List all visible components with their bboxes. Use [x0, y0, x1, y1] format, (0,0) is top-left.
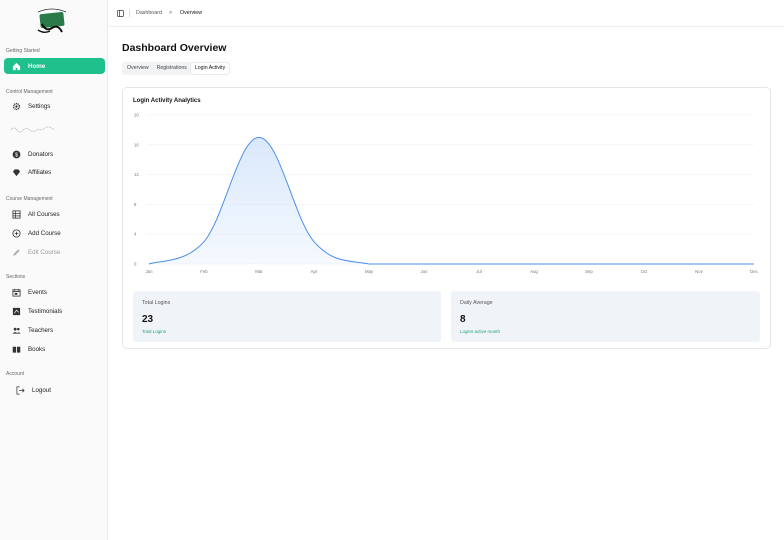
- diamond-icon: [10, 167, 22, 177]
- section-control: Control Management: [6, 89, 53, 95]
- x-tick-label: Aug: [530, 269, 538, 274]
- sidebar-item-settings[interactable]: Settings: [4, 98, 105, 114]
- y-tick-label: 20: [134, 113, 139, 118]
- quote-box-icon: [10, 306, 22, 316]
- x-tick-label: May: [365, 269, 374, 274]
- dollar-icon: $: [10, 149, 22, 159]
- tab-registrations[interactable]: Registrations: [153, 63, 191, 74]
- obscured-label-graphic: [10, 126, 55, 133]
- calendar-icon: [10, 287, 22, 297]
- topbar: Dashboard > Overview: [109, 0, 784, 27]
- gear-icon: [10, 101, 22, 111]
- book-icon: [10, 344, 22, 354]
- y-tick-label: 16: [134, 142, 139, 147]
- tab-overview[interactable]: Overview: [123, 63, 153, 74]
- sidebar-item-testimonials[interactable]: Testimonials: [4, 303, 105, 319]
- x-tick-label: Mar: [255, 269, 263, 274]
- grid-list-icon: [10, 209, 22, 219]
- home-icon: [10, 61, 22, 71]
- sidebar: Getting Started Home Control Management …: [0, 0, 108, 540]
- stat-subtext: Total Logins: [142, 329, 167, 334]
- tab-bar: Overview Registrations Login Activity: [122, 62, 231, 75]
- login-activity-chart: 0 4 8 12 16 20 Jan Feb Mar Apr May Jun Jul Aug Sep Oct N…: [134, 113, 759, 275]
- topbar-divider: [129, 10, 130, 17]
- breadcrumb-separator: >: [169, 10, 173, 16]
- section-sections: Sections: [6, 274, 26, 280]
- sidebar-item-books[interactable]: Books: [4, 341, 105, 357]
- svg-text:$: $: [15, 152, 18, 158]
- x-tick-label: Nov: [695, 269, 703, 274]
- sidebar-item-label: Books: [28, 345, 46, 353]
- sidebar-item-teachers[interactable]: Teachers: [4, 322, 105, 338]
- x-tick-label: Jan: [146, 269, 154, 274]
- stat-subtext: Logins active month: [460, 329, 501, 334]
- sidebar-item-label: Settings: [28, 102, 51, 110]
- y-tick-label: 4: [134, 232, 137, 237]
- sidebar-item-label: Testimonials: [28, 307, 63, 315]
- sidebar-item-all-courses[interactable]: All Courses: [4, 206, 105, 222]
- x-tick-label: Jul: [476, 269, 482, 274]
- breadcrumb-current: Overview: [180, 10, 203, 16]
- stat-card-total-logins: Total Logins 23 Total Logins: [133, 291, 441, 342]
- sidebar-item-label: Edit Course: [28, 248, 61, 256]
- sidebar-item-label: Home: [28, 62, 46, 70]
- stat-value: 8: [460, 314, 466, 325]
- tab-login-activity[interactable]: Login Activity: [190, 63, 230, 74]
- x-tick-label: Feb: [200, 269, 208, 274]
- sidebar-item-donators[interactable]: $ Donators: [4, 146, 105, 162]
- section-course: Course Management: [6, 196, 53, 202]
- pencil-icon: [10, 247, 22, 257]
- sidebar-item-edit-course[interactable]: Edit Course: [4, 244, 105, 260]
- x-tick-label: Apr: [311, 269, 318, 274]
- page-title: Dashboard Overview: [122, 42, 227, 54]
- stat-label: Daily Average: [460, 300, 493, 306]
- sidebar-toggle-icon[interactable]: [117, 10, 124, 17]
- y-tick-label: 0: [134, 262, 137, 267]
- logout-icon: [14, 385, 26, 395]
- sidebar-item-logout[interactable]: Logout: [4, 382, 105, 398]
- people-icon: [10, 325, 22, 335]
- x-tick-label: Oct: [641, 269, 648, 274]
- x-tick-label: Dec: [750, 269, 758, 274]
- sidebar-item-home[interactable]: Home: [4, 58, 105, 74]
- x-tick-label: Jun: [421, 269, 429, 274]
- stat-label: Total Logins: [142, 300, 171, 306]
- add-circle-icon: [10, 228, 22, 238]
- sidebar-item-label: Logout: [32, 386, 51, 394]
- y-tick-label: 12: [134, 172, 139, 177]
- sidebar-item-label: Affiliates: [28, 168, 52, 176]
- sidebar-item-label: Events: [28, 288, 47, 296]
- sidebar-item-hidden[interactable]: [4, 121, 105, 137]
- sidebar-item-label: Add Course: [28, 229, 61, 237]
- breadcrumb-dashboard[interactable]: Dashboard: [136, 10, 162, 16]
- x-tick-label: Sep: [585, 269, 593, 274]
- area-fill: [149, 137, 754, 264]
- sidebar-item-events[interactable]: Events: [4, 284, 105, 300]
- section-getting-started: Getting Started: [6, 48, 40, 54]
- sidebar-item-label: Teachers: [28, 326, 54, 334]
- sidebar-item-add-course[interactable]: Add Course: [4, 225, 105, 241]
- sidebar-item-label: Donators: [28, 150, 54, 158]
- login-activity-card: Login Activity Analytics 0 4 8 12 16 20 Jan Feb…: [122, 87, 771, 349]
- sidebar-item-label: All Courses: [28, 210, 60, 218]
- brand-logo: [37, 8, 67, 33]
- y-tick-label: 8: [134, 202, 137, 207]
- section-account: Account: [6, 371, 25, 377]
- sidebar-item-affiliates[interactable]: Affiliates: [4, 164, 105, 180]
- stat-card-daily-average: Daily Average 8 Logins active month: [451, 291, 760, 342]
- stat-value: 23: [142, 314, 154, 325]
